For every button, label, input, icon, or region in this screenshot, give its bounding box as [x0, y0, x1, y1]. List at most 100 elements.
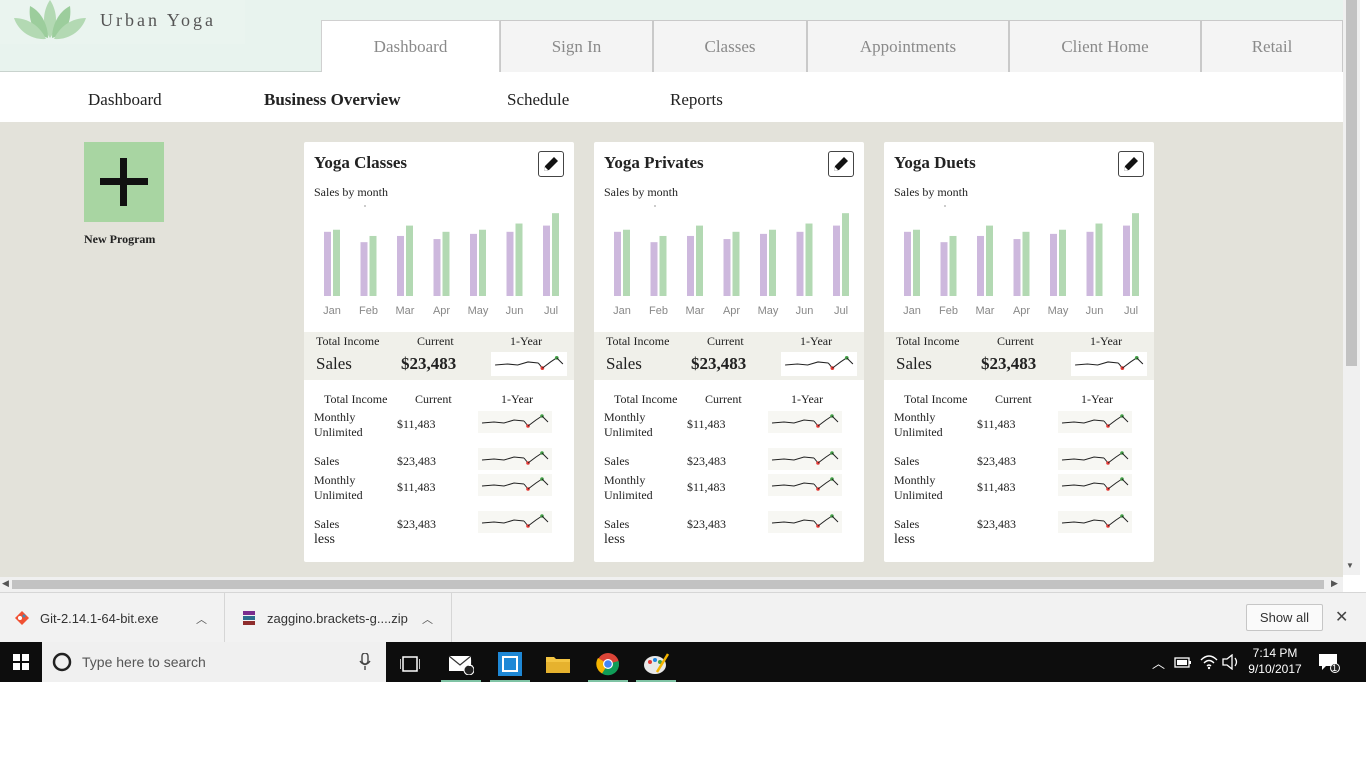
- subnav-business-overview[interactable]: Business Overview: [264, 90, 400, 110]
- logo-area[interactable]: Urban Yoga: [0, 0, 245, 44]
- summary-header: 1-Year: [800, 334, 833, 348]
- summary-label: Sales: [606, 354, 642, 373]
- app-store-icon[interactable]: [490, 646, 530, 682]
- tab-classes[interactable]: Classes: [653, 20, 807, 72]
- sales-bar-chart: Jan Feb Mar Apr May Jun Jul: [613, 205, 849, 317]
- table-row-value: $11,483: [397, 480, 436, 494]
- wifi-icon[interactable]: [1200, 654, 1218, 670]
- table-row-value: $23,483: [687, 454, 726, 468]
- edit-button[interactable]: [538, 151, 564, 177]
- chrome-icon[interactable]: [588, 646, 628, 682]
- subnav-schedule[interactable]: Schedule: [507, 90, 569, 110]
- git-file-icon: [15, 611, 29, 625]
- table-row-sparkline: [1058, 511, 1132, 533]
- summary-panel: Total Income Current 1-Year Sales $23,483: [304, 332, 574, 380]
- plus-icon: [100, 158, 148, 206]
- scroll-right-arrow-icon[interactable]: ▶: [1331, 578, 1338, 589]
- less-link[interactable]: less: [894, 532, 915, 548]
- tab-appointments[interactable]: Appointments: [807, 20, 1009, 72]
- less-link[interactable]: less: [314, 532, 335, 548]
- table-row-label: Sales: [894, 454, 920, 468]
- clock-time: 7:14 PM: [1252, 646, 1298, 660]
- summary-header: Total Income: [316, 334, 380, 348]
- chart-bar: [543, 225, 550, 296]
- summary-label: Sales: [316, 354, 352, 373]
- sparkline-chart: [481, 514, 549, 528]
- scroll-left-arrow-icon[interactable]: ◀: [2, 578, 9, 589]
- chart-tick-label: Apr: [433, 305, 450, 317]
- table-row-sparkline: [478, 448, 552, 470]
- chart-bar: [470, 233, 477, 296]
- chart-bar: [723, 239, 731, 296]
- close-icon[interactable]: ✕: [1335, 607, 1348, 627]
- sparkline-chart: [771, 514, 839, 528]
- chart-bar: [760, 233, 767, 296]
- chart-bar: [659, 235, 667, 296]
- summary-header: 1-Year: [1090, 334, 1123, 348]
- sparkline-chart: [771, 477, 839, 491]
- summary-sparkline: [781, 352, 857, 376]
- top-header: Urban Yoga Dashboard Sign In Classes App…: [0, 0, 1343, 73]
- paint-app-icon[interactable]: [636, 646, 676, 682]
- archive-file-icon: [243, 611, 255, 625]
- chart-bar: [479, 229, 486, 296]
- chart-bar: [360, 242, 368, 296]
- task-view-icon[interactable]: [390, 646, 430, 682]
- mail-app-icon[interactable]: 1: [441, 646, 481, 682]
- clock[interactable]: 7:14 PM 9/10/2017: [1245, 645, 1305, 677]
- chart-tick-label: Jun: [796, 305, 814, 317]
- file-explorer-icon[interactable]: [538, 646, 578, 682]
- download-item[interactable]: zaggino.brackets-g....zip ︿: [225, 593, 452, 643]
- battery-icon[interactable]: [1174, 655, 1192, 669]
- chevron-up-icon[interactable]: ︿: [196, 611, 207, 627]
- summary-panel: Total Income Current 1-Year Sales $23,483: [884, 332, 1154, 380]
- tab-client-home[interactable]: Client Home: [1009, 20, 1201, 72]
- table-row-label: Monthly Unlimited: [894, 473, 943, 502]
- card-title: Yoga Classes: [314, 153, 408, 172]
- download-item[interactable]: Git-2.14.1-64-bit.exe ︿: [0, 593, 225, 643]
- tab-dashboard[interactable]: Dashboard: [321, 20, 500, 73]
- vertical-scroll-thumb[interactable]: [1346, 0, 1357, 366]
- summary-header: Total Income: [606, 334, 670, 348]
- horizontal-scroll-thumb[interactable]: [12, 580, 1324, 589]
- card-title: Yoga Privates: [604, 153, 704, 172]
- scroll-down-arrow-icon[interactable]: ▼: [1346, 561, 1354, 570]
- taskbar-search-input[interactable]: Type here to search: [42, 642, 386, 682]
- tab-sign-in[interactable]: Sign In: [500, 20, 653, 72]
- microphone-icon[interactable]: [359, 653, 371, 671]
- volume-icon[interactable]: [1222, 654, 1240, 670]
- summary-label: Sales: [896, 354, 932, 373]
- chart-tick-label: Jul: [544, 305, 558, 317]
- horizontal-scrollbar[interactable]: ◀ ▶: [0, 577, 1343, 592]
- table-row-label: Sales: [894, 517, 920, 531]
- table-row-value: $11,483: [977, 417, 1016, 431]
- less-link[interactable]: less: [604, 532, 625, 548]
- chart-bar: [433, 239, 441, 296]
- summary-sparkline: [1071, 352, 1147, 376]
- subnav-reports[interactable]: Reports: [670, 90, 723, 110]
- new-program-button[interactable]: [84, 142, 164, 222]
- card-title: Yoga Duets: [894, 153, 976, 172]
- start-button[interactable]: [0, 642, 42, 682]
- chart-bar: [1095, 223, 1103, 296]
- chart-bar: [369, 235, 377, 296]
- chevron-up-icon[interactable]: ︿: [1152, 653, 1165, 672]
- sparkline-chart: [1061, 477, 1129, 491]
- chart-bar: [650, 242, 658, 296]
- table-row-label: Monthly Unlimited: [314, 410, 363, 439]
- chart-bar: [1013, 239, 1021, 296]
- summary-value: $23,483: [981, 354, 1037, 373]
- chart-bar: [1050, 233, 1057, 296]
- show-all-button[interactable]: Show all: [1246, 604, 1323, 631]
- table-row-value: $23,483: [687, 517, 726, 531]
- edit-button[interactable]: [1118, 151, 1144, 177]
- detail-header: Current: [705, 392, 742, 406]
- chart-bar: [1086, 231, 1094, 296]
- tab-retail[interactable]: Retail: [1201, 20, 1343, 72]
- subnav-dashboard[interactable]: Dashboard: [88, 90, 162, 110]
- chevron-up-icon[interactable]: ︿: [422, 611, 433, 627]
- edit-button[interactable]: [828, 151, 854, 177]
- sparkline-chart: [1061, 514, 1129, 528]
- chart-bar: [904, 231, 911, 296]
- chart-tick-label: Mar: [976, 305, 995, 317]
